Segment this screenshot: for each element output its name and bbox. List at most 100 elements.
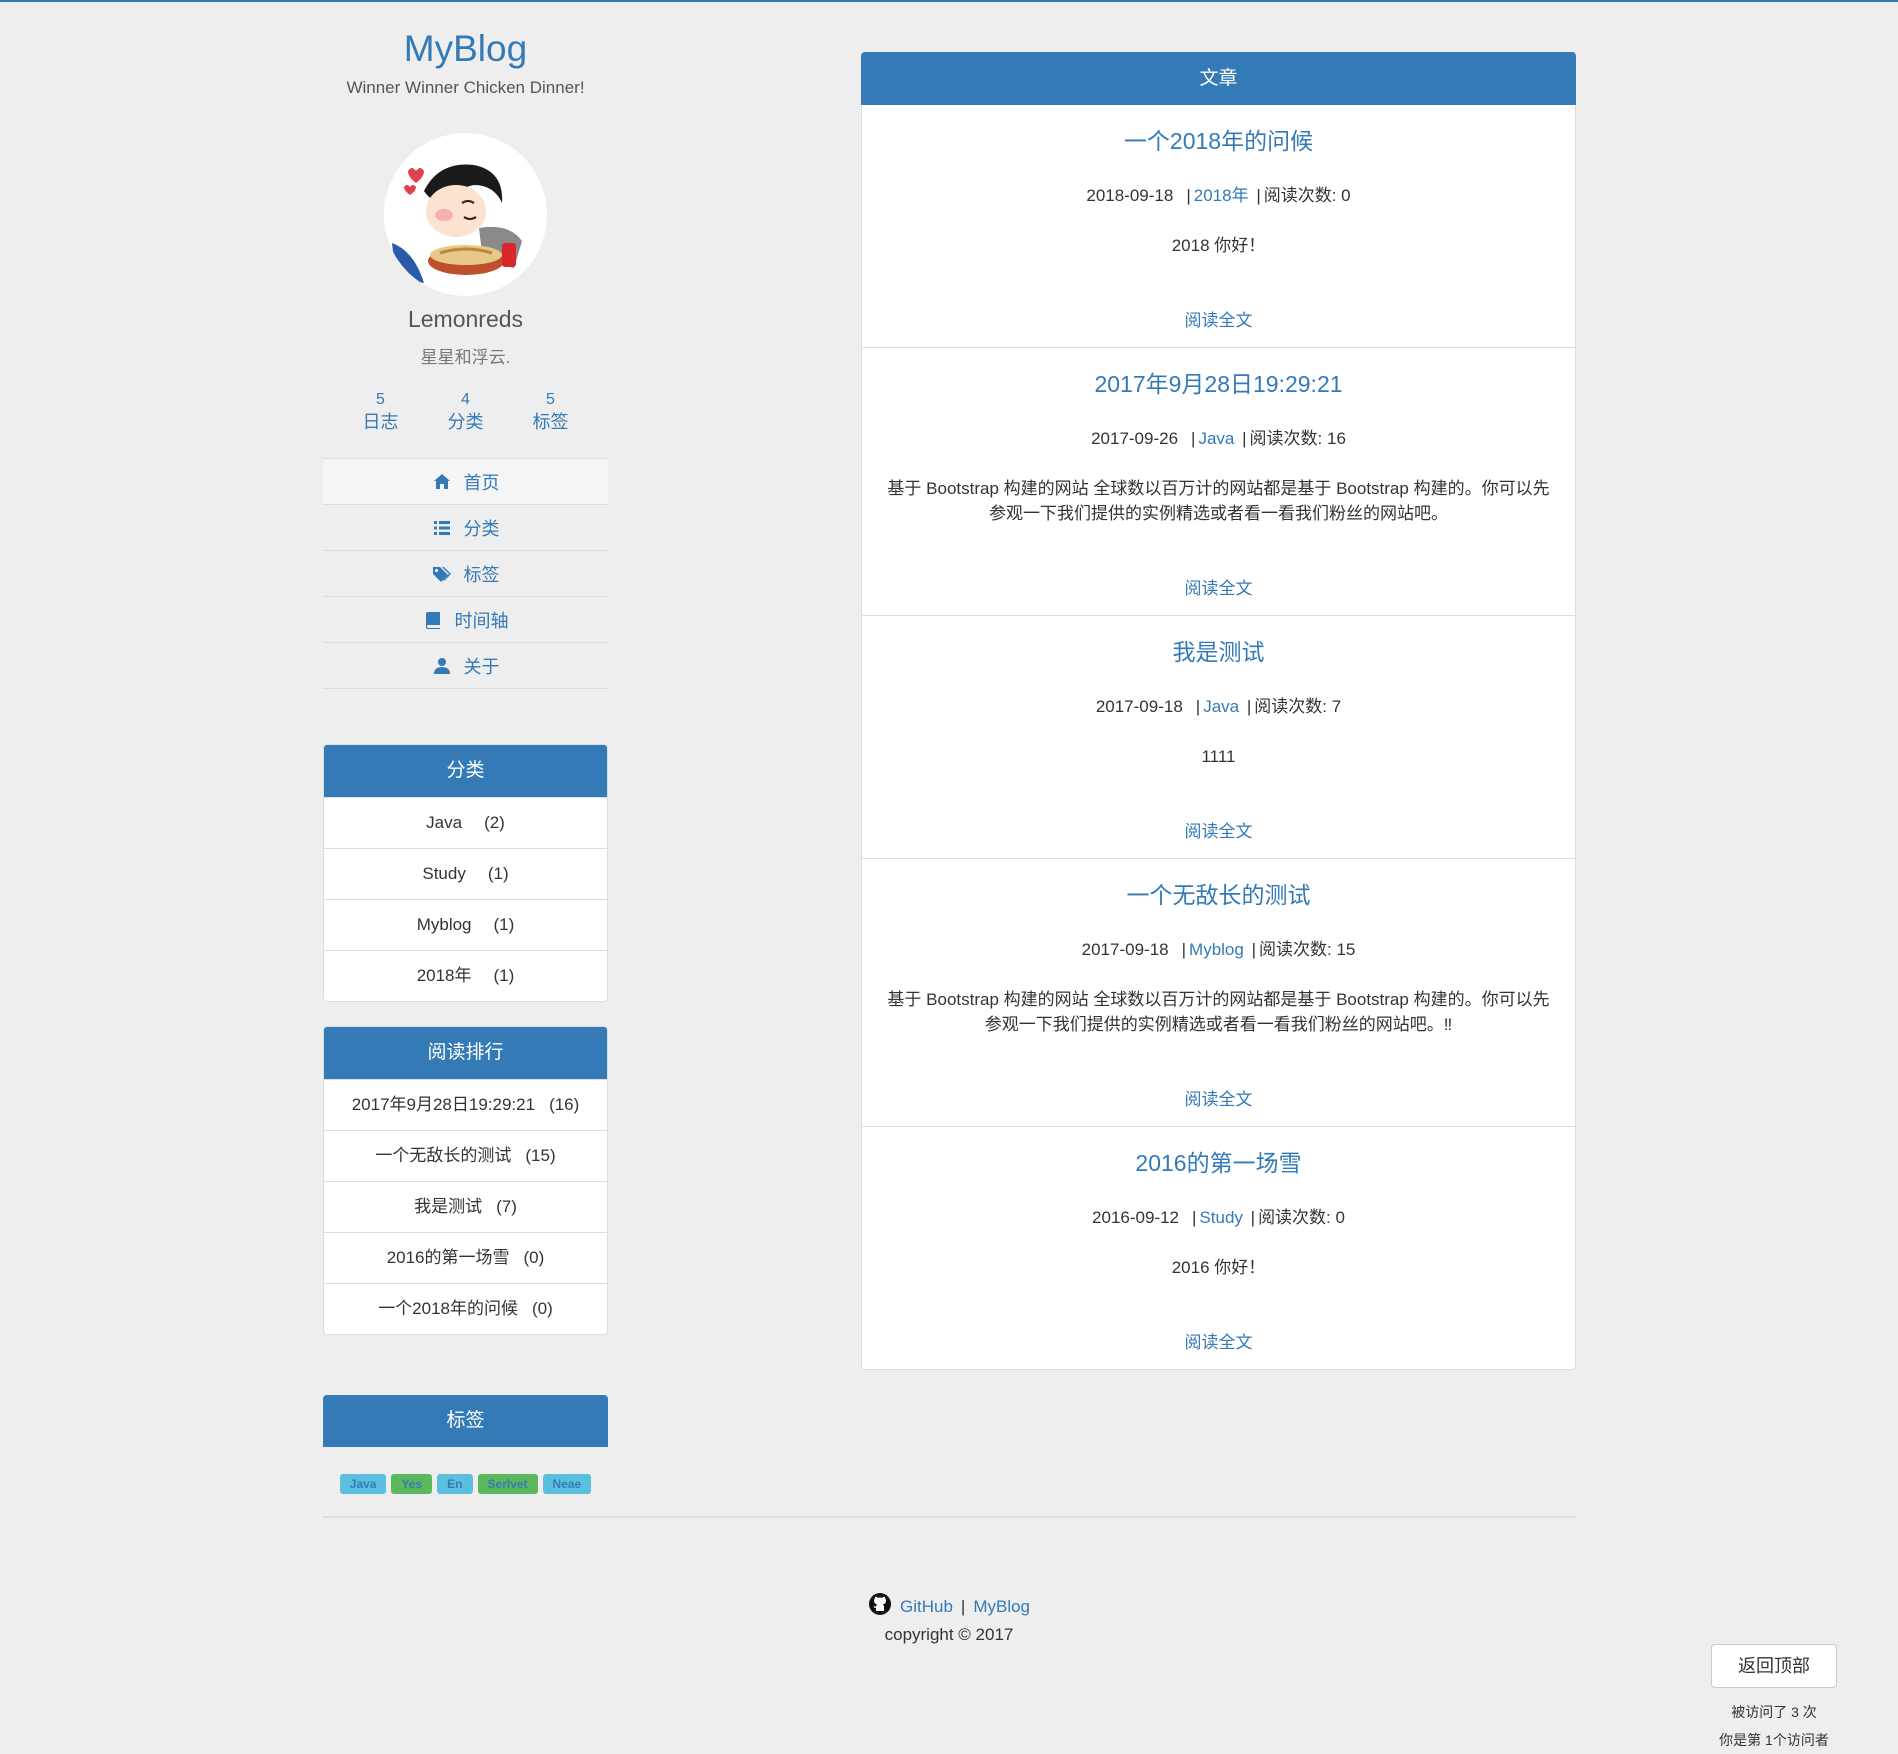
myblog-link[interactable]: MyBlog <box>973 1597 1030 1617</box>
category-item[interactable]: Study (1) <box>324 848 607 899</box>
sidebar: MyBlog Winner Winner Chicken Dinner! Lem… <box>323 2 608 1494</box>
article-summary: 2018 你好！ <box>1171 236 1266 255</box>
category-item[interactable]: Myblog (1) <box>324 899 607 950</box>
article-meta: 2017-09-18 | Java | 阅读次数: 7 <box>884 696 1553 718</box>
article-category-link[interactable]: 2018年 <box>1194 186 1249 205</box>
meta-separator: | <box>1195 697 1201 716</box>
nav-label: 时间轴 <box>454 610 509 631</box>
nav-label: 首页 <box>463 472 500 493</box>
nav-item-about[interactable]: 关于 <box>323 643 608 689</box>
meta-separator: | <box>1191 429 1196 448</box>
category-name: 2018年 <box>416 966 472 985</box>
article-title[interactable]: 2016的第一场雪 <box>884 1147 1553 1179</box>
github-link[interactable]: GitHub <box>900 1597 953 1617</box>
visitor-number: 你是第 1个访问者 <box>1719 1732 1829 1748</box>
stat-count: 5 <box>546 391 555 408</box>
ranking-item[interactable]: 一个无敌长的测试 (15) <box>324 1130 607 1181</box>
article-date: 2017-09-18 <box>1095 697 1183 716</box>
ranking-item[interactable]: 2017年9月28日19:29:21 (16) <box>324 1079 607 1130</box>
nav-item-timeline[interactable]: 时间轴 <box>323 597 608 643</box>
category-name: Java <box>426 813 463 832</box>
article-views: 阅读次数: 0 <box>1263 186 1351 205</box>
category-name: Myblog <box>416 915 472 934</box>
stats: 5 日志 4 分类 5 标签 <box>351 390 581 434</box>
article-date: 2018-09-18 <box>1086 186 1174 205</box>
tag-badge[interactable]: Neae <box>542 1474 592 1494</box>
ranking-count: (16) <box>549 1095 580 1114</box>
read-more-link[interactable]: 阅读全文 <box>1185 1328 1253 1353</box>
category-item[interactable]: 2018年 (1) <box>324 950 607 1001</box>
read-more-link[interactable]: 阅读全文 <box>1185 574 1253 599</box>
article-category-link[interactable]: Myblog <box>1189 940 1244 959</box>
article-title[interactable]: 2017年9月28日19:29:21 <box>884 368 1553 400</box>
stat-tags[interactable]: 5 标签 <box>521 390 581 434</box>
visit-total: 被访问了 3 次 <box>1731 1704 1817 1720</box>
article-views: 阅读次数: 15 <box>1259 940 1356 959</box>
tags-panel: 标签 Java Yes En Serlvet Neae <box>323 1395 608 1494</box>
article-title[interactable]: 一个无敌长的测试 <box>884 879 1553 911</box>
ranking-title: 我是测试 <box>414 1197 483 1216</box>
sidebar-nav: 首页 分类 标签 时间轴 关于 <box>323 458 608 689</box>
article-summary: 2016 你好！ <box>1171 1258 1266 1277</box>
article-views: 阅读次数: 16 <box>1249 429 1346 448</box>
ranking-item[interactable]: 我是测试 (7) <box>324 1181 607 1232</box>
article-date: 2016-09-12 <box>1092 1208 1179 1227</box>
tag-badge[interactable]: Serlvet <box>477 1474 538 1494</box>
article-views: 阅读次数: 0 <box>1258 1208 1345 1227</box>
meta-separator: | <box>1251 940 1256 959</box>
nav-label: 关于 <box>463 656 500 677</box>
nav-item-categories[interactable]: 分类 <box>323 505 608 551</box>
meta-separator: | <box>1250 1208 1256 1227</box>
category-count: (1) <box>487 864 509 883</box>
ranking-title: 一个2018年的问候 <box>378 1299 519 1318</box>
ranking-title: 2016的第一场雪 <box>386 1248 510 1267</box>
stat-count: 5 <box>376 391 385 408</box>
article-date: 2017-09-18 <box>1081 940 1169 959</box>
read-more-link[interactable]: 阅读全文 <box>1185 1085 1253 1110</box>
article-title[interactable]: 一个2018年的问候 <box>884 125 1553 157</box>
article-category-link[interactable]: Java <box>1198 429 1234 448</box>
ranking-item[interactable]: 一个2018年的问候 (0) <box>324 1283 607 1334</box>
category-count: (1) <box>493 915 515 934</box>
category-item[interactable]: Java (2) <box>324 797 607 848</box>
article-summary: 基于 Bootstrap 构建的网站 全球数以百万计的网站都是基于 Bootst… <box>887 990 1550 1034</box>
visit-counter: 被访问了 3 次 你是第 1个访问者 <box>1700 1698 1848 1754</box>
ranking-count: (7) <box>496 1197 517 1216</box>
meta-separator: | <box>1256 186 1261 205</box>
ranking-item[interactable]: 2016的第一场雪 (0) <box>324 1232 607 1283</box>
read-more-link[interactable]: 阅读全文 <box>1185 306 1253 331</box>
meta-separator: | <box>1186 186 1191 205</box>
author-name: Lemonreds <box>407 306 524 332</box>
avatar <box>384 133 547 296</box>
tag-badge[interactable]: Java <box>339 1474 387 1494</box>
article-category-link[interactable]: Study <box>1199 1208 1242 1227</box>
stat-categories[interactable]: 4 分类 <box>436 390 496 434</box>
tag-badge[interactable]: En <box>437 1474 473 1494</box>
tag-badge[interactable]: Yes <box>391 1474 433 1494</box>
category-count: (2) <box>484 813 505 832</box>
site-title[interactable]: MyBlog <box>323 26 608 72</box>
tags-heading: 标签 <box>323 1395 608 1447</box>
stat-label: 日志 <box>362 412 399 432</box>
list-icon <box>432 518 452 538</box>
read-more-link[interactable]: 阅读全文 <box>1185 817 1253 842</box>
nav-item-home[interactable]: 首页 <box>323 459 608 505</box>
back-to-top-button[interactable]: 返回顶部 <box>1711 1644 1837 1688</box>
author-motto: 星星和浮云. <box>420 348 511 367</box>
article-summary: 1111 <box>1201 747 1236 766</box>
tag-list: Java Yes En Serlvet Neae <box>323 1474 608 1494</box>
article-title[interactable]: 我是测试 <box>884 636 1553 668</box>
ranking-panel: 阅读排行 2017年9月28日19:29:21 (16) 一个无敌长的测试 (15)… <box>323 1026 608 1335</box>
categories-heading: 分类 <box>324 745 607 797</box>
category-name: Study <box>422 864 466 883</box>
article-category-link[interactable]: Java <box>1203 697 1239 716</box>
nav-item-tags[interactable]: 标签 <box>323 551 608 597</box>
article-date: 2017-09-26 <box>1091 429 1179 448</box>
book-icon <box>423 610 443 630</box>
ranking-heading: 阅读排行 <box>324 1027 607 1079</box>
footer-links: GitHub | MyBlog <box>0 1592 1898 1621</box>
nav-label: 分类 <box>463 518 500 539</box>
stat-posts[interactable]: 5 日志 <box>351 390 411 434</box>
home-icon <box>432 472 452 492</box>
article-meta: 2018-09-18 | 2018年 | 阅读次数: 0 <box>884 185 1553 207</box>
